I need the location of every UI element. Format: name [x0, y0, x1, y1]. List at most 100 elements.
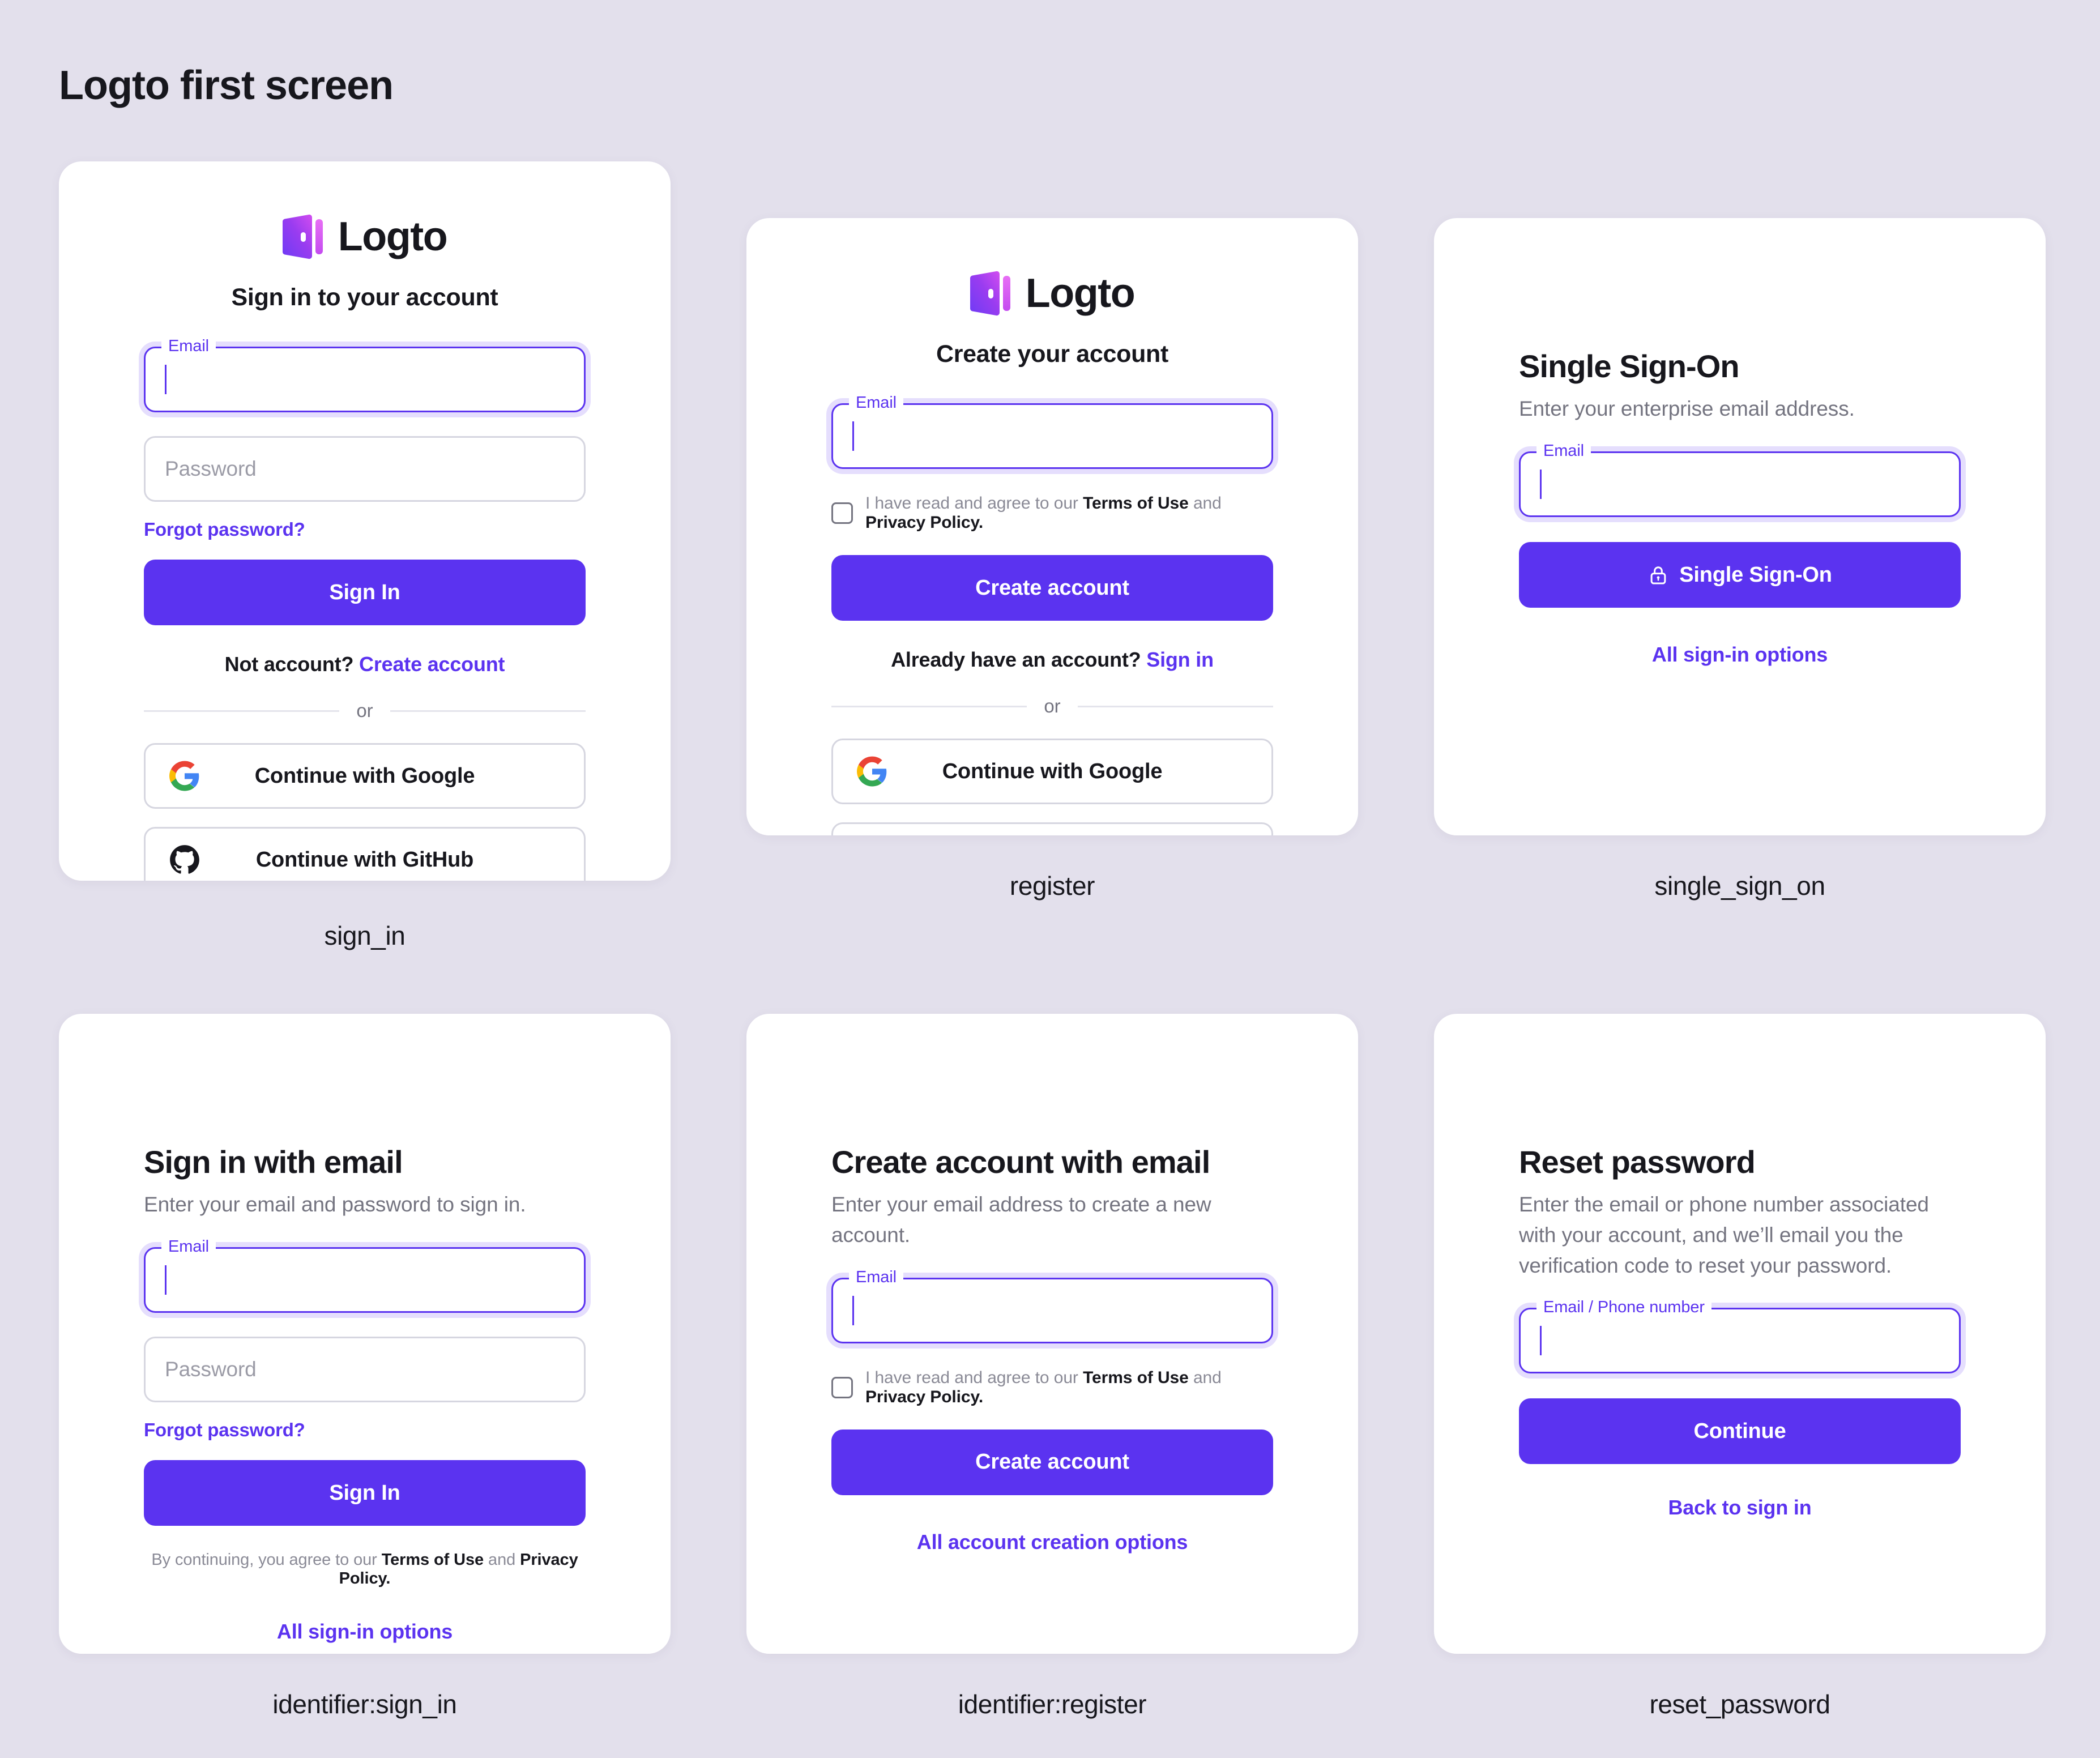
logto-door-logo-icon: [970, 271, 1010, 316]
sso-heading: Single Sign-On: [1519, 348, 1740, 384]
password-input[interactable]: Password: [144, 436, 586, 502]
all-account-creation-options-link[interactable]: All account creation options: [831, 1530, 1273, 1554]
caption-sign-in: sign_in: [324, 921, 406, 950]
agree-and: and: [1193, 1368, 1222, 1387]
fineprint-prefix: By continuing, you agree to our: [151, 1551, 377, 1569]
sign-in-card: Logto Sign in to your account Email Pass…: [59, 161, 671, 881]
identifier-register-card: Create account with email Enter your ema…: [746, 1014, 1358, 1654]
register-card: Logto Create your account Email I have r…: [746, 218, 1358, 835]
email-label: Email: [161, 1239, 216, 1256]
screens-grid: Logto Sign in to your account Email Pass…: [0, 0, 2100, 1758]
agree-prefix: I have read and agree to our: [865, 1368, 1078, 1387]
sign-in-link[interactable]: Sign in: [1146, 648, 1214, 671]
caption-reset-password: reset_password: [1649, 1689, 1830, 1719]
screen-single-sign-on: Single Sign-On Enter your enterprise ema…: [1434, 218, 2046, 901]
lock-icon: [1650, 566, 1666, 584]
identifier-register-subtitle: Enter your email address to create a new…: [831, 1193, 1211, 1247]
or-divider: or: [144, 700, 586, 722]
create-account-button[interactable]: Create account: [831, 1429, 1273, 1495]
identifier-sign-in-subtitle: Enter your email and password to sign in…: [144, 1193, 526, 1217]
terms-agreement-row: I have read and agree to our Terms of Us…: [831, 494, 1273, 532]
register-headline: Create your account: [936, 340, 1169, 368]
email-label: Email: [161, 338, 216, 355]
divider-rule-right: [390, 710, 586, 712]
terms-of-use-link[interactable]: Terms of Use: [1083, 1368, 1189, 1387]
google-icon: [857, 756, 887, 787]
sign-in-button[interactable]: Sign In: [144, 1460, 586, 1526]
terms-of-use-link[interactable]: Terms of Use: [382, 1551, 484, 1569]
sign-in-switch-row: Already have an account? Sign in: [831, 648, 1273, 672]
google-button-label: Continue with Google: [254, 763, 475, 788]
screen-identifier-register: Create account with email Enter your ema…: [746, 1014, 1358, 1719]
all-sign-in-options-link[interactable]: All sign-in options: [144, 1620, 586, 1644]
reset-password-card: Reset password Enter the email or phone …: [1434, 1014, 2046, 1654]
caption-identifier-sign-in: identifier:sign_in: [272, 1689, 457, 1719]
email-label: Email: [849, 1269, 904, 1286]
create-account-link[interactable]: Create account: [359, 652, 505, 676]
back-to-sign-in-link[interactable]: Back to sign in: [1519, 1496, 1961, 1520]
fineprint-and: and: [488, 1551, 516, 1569]
create-account-button[interactable]: Create account: [831, 555, 1273, 621]
agree-and: and: [1193, 494, 1222, 513]
brand: Logto: [144, 214, 586, 260]
text-caret: [165, 365, 167, 394]
agree-prefix: I have read and agree to our: [865, 494, 1078, 513]
continuing-agreement-text: By continuing, you agree to our Terms of…: [144, 1551, 586, 1588]
screen-identifier-sign-in: Sign in with email Enter your email and …: [59, 1014, 671, 1719]
identifier-label: Email / Phone number: [1536, 1299, 1711, 1316]
google-icon: [169, 761, 199, 791]
or-label: or: [1044, 695, 1061, 716]
sign-in-headline: Sign in to your account: [231, 284, 498, 311]
single-sign-on-button[interactable]: Single Sign-On: [1519, 542, 1961, 608]
terms-agreement-checkbox[interactable]: [831, 502, 853, 524]
divider-rule-left: [831, 705, 1027, 707]
continue-with-google-button[interactable]: Continue with Google: [831, 739, 1273, 804]
identifier-sign-in-heading: Sign in with email: [144, 1144, 403, 1180]
continue-with-google-button[interactable]: Continue with Google: [144, 743, 586, 809]
email-input[interactable]: Email: [144, 338, 586, 412]
screen-sign-in: Logto Sign in to your account Email Pass…: [59, 161, 671, 951]
terms-of-use-link[interactable]: Terms of Use: [1083, 494, 1189, 513]
caption-single-sign-on: single_sign_on: [1654, 871, 1825, 901]
identifier-register-heading: Create account with email: [831, 1144, 1210, 1180]
email-input[interactable]: Email: [831, 395, 1273, 469]
password-input[interactable]: Password: [144, 1337, 586, 1403]
forgot-password-row: Forgot password?: [144, 519, 586, 540]
brand-name: Logto: [1025, 271, 1136, 316]
single-sign-on-button-label: Single Sign-On: [1679, 562, 1832, 587]
github-button-label: Continue with GitHub: [255, 847, 474, 872]
screen-reset-password: Reset password Enter the email or phone …: [1434, 1014, 2046, 1719]
email-input[interactable]: Email: [144, 1239, 586, 1313]
email-input[interactable]: Email: [1519, 443, 1961, 518]
privacy-policy-link[interactable]: Privacy Policy.: [865, 1388, 983, 1406]
divider-rule-left: [144, 710, 340, 712]
text-caret: [165, 1265, 167, 1295]
email-input[interactable]: Email: [831, 1269, 1273, 1343]
forgot-password-link[interactable]: Forgot password?: [144, 1419, 305, 1440]
google-button-label: Continue with Google: [942, 759, 1163, 783]
brand: Logto: [831, 270, 1273, 317]
continue-with-github-button[interactable]: Continue with GitHub: [831, 822, 1273, 835]
all-sign-in-options-link[interactable]: All sign-in options: [1519, 643, 1961, 667]
identifier-sign-in-card: Sign in with email Enter your email and …: [59, 1014, 671, 1654]
create-account-row: Not account? Create account: [144, 652, 586, 676]
continue-button[interactable]: Continue: [1519, 1398, 1961, 1465]
privacy-policy-link[interactable]: Privacy Policy.: [865, 513, 983, 532]
forgot-password-link[interactable]: Forgot password?: [144, 519, 305, 540]
text-caret: [852, 1295, 854, 1325]
switch-prefix: Already have an account?: [891, 648, 1141, 671]
switch-prefix: Not account?: [224, 652, 354, 676]
email-label: Email: [849, 395, 904, 411]
or-label: or: [356, 700, 373, 721]
terms-agreement-checkbox[interactable]: [831, 1376, 853, 1398]
text-caret: [1540, 1326, 1542, 1356]
continue-with-github-button[interactable]: Continue with GitHub: [144, 827, 586, 881]
or-divider: or: [831, 695, 1273, 717]
single-sign-on-card: Single Sign-On Enter your enterprise ema…: [1434, 218, 2046, 835]
divider-rule-right: [1077, 705, 1273, 707]
terms-agreement-text: I have read and agree to our Terms of Us…: [865, 1368, 1273, 1407]
identifier-input[interactable]: Email / Phone number: [1519, 1299, 1961, 1374]
sign-in-button[interactable]: Sign In: [144, 560, 586, 625]
reset-password-subtitle: Enter the email or phone number associat…: [1519, 1193, 1929, 1277]
github-icon: [170, 845, 199, 874]
